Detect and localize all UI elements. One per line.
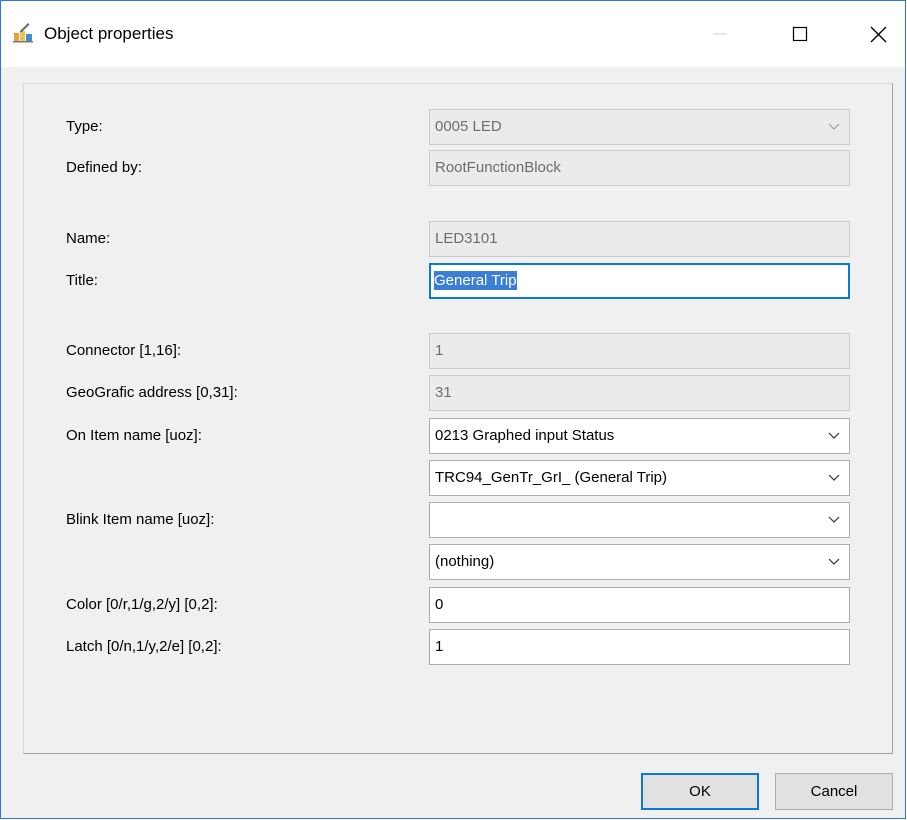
on-item-sub-select[interactable]: TRC94_GenTr_GrI_ (General Trip)	[429, 460, 850, 496]
connector-label: Connector [1,16]:	[66, 342, 182, 359]
ok-button[interactable]: OK	[641, 773, 759, 810]
maximize-button[interactable]	[771, 1, 829, 67]
window-title: Object properties	[44, 24, 174, 43]
type-value: 0005 LED	[435, 118, 502, 135]
name-label: Name:	[66, 230, 111, 247]
title-bar[interactable]: Object properties	[1, 1, 905, 67]
type-label: Type:	[66, 118, 103, 135]
chevron-down-icon[interactable]	[819, 503, 849, 537]
on-item-select[interactable]: 0213 Graphed input Status	[429, 418, 850, 454]
on-item-value: 0213 Graphed input Status	[435, 427, 615, 444]
latch-label: Latch [0/n,1/y,2/e] [0,2]:	[66, 638, 222, 655]
chevron-down-icon	[819, 110, 849, 144]
defined-by-value: RootFunctionBlock	[435, 159, 561, 176]
geografic-value: 31	[435, 384, 452, 401]
on-item-sub-value: TRC94_GenTr_GrI_ (General Trip)	[435, 469, 668, 486]
latch-value: 1	[435, 638, 444, 655]
minimize-button[interactable]	[691, 1, 749, 67]
title-value: General Trip	[434, 271, 517, 290]
chevron-down-icon[interactable]	[819, 461, 849, 495]
chevron-down-icon[interactable]	[819, 419, 849, 453]
blink-item-label: Blink Item name [uoz]:	[66, 511, 215, 528]
color-value: 0	[435, 596, 444, 613]
defined-by-label: Defined by:	[66, 159, 142, 176]
geografic-field: 31	[429, 375, 850, 411]
close-icon	[870, 26, 886, 42]
blink-item-sub-value: (nothing)	[435, 553, 495, 570]
close-button[interactable]	[849, 1, 907, 67]
chevron-down-icon[interactable]	[819, 545, 849, 579]
geografic-label: GeoGrafic address [0,31]:	[66, 384, 238, 401]
cancel-button[interactable]: Cancel	[775, 773, 893, 810]
color-input[interactable]: 0	[429, 587, 850, 623]
color-label: Color [0/r,1/g,2/y] [0,2]:	[66, 596, 218, 613]
connector-value: 1	[435, 342, 444, 359]
on-item-label: On Item name [uoz]:	[66, 427, 202, 444]
name-field: LED3101	[429, 221, 850, 257]
blink-item-sub-select[interactable]: (nothing)	[429, 544, 850, 580]
defined-by-field: RootFunctionBlock	[429, 150, 850, 186]
object-properties-icon	[12, 23, 34, 43]
connector-field: 1	[429, 333, 850, 369]
minimize-icon	[713, 33, 727, 35]
type-select: 0005 LED	[429, 109, 850, 145]
title-input[interactable]: General Trip	[429, 263, 850, 299]
name-value: LED3101	[435, 230, 498, 247]
blink-item-select[interactable]	[429, 502, 850, 538]
dialog-window: Object properties Type: 0005 LED Defined…	[0, 0, 906, 819]
title-label: Title:	[66, 272, 98, 289]
latch-input[interactable]: 1	[429, 629, 850, 665]
maximize-icon	[792, 26, 808, 42]
